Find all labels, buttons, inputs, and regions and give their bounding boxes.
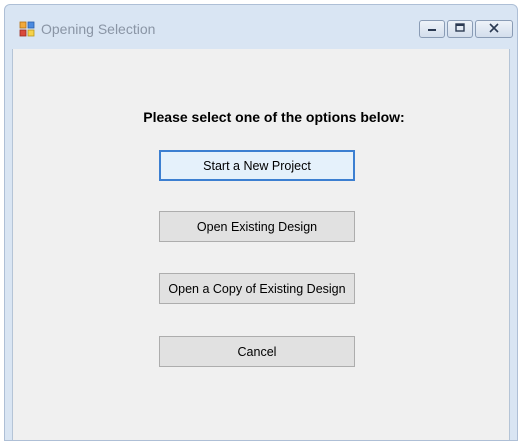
maximize-icon: [454, 20, 466, 38]
open-copy-of-existing-design-button[interactable]: Open a Copy of Existing Design: [159, 273, 355, 304]
close-icon: [488, 20, 500, 38]
minimize-icon: [426, 20, 438, 38]
dialog-window: Opening Selection Please select one of t…: [4, 4, 518, 441]
close-button[interactable]: [475, 20, 513, 38]
dialog-client-area: Please select one of the options below: …: [12, 49, 510, 440]
app-window-icon: [19, 21, 35, 37]
title-bar[interactable]: Opening Selection: [5, 5, 517, 49]
maximize-button[interactable]: [447, 20, 473, 38]
start-new-project-button[interactable]: Start a New Project: [159, 150, 355, 181]
cancel-button[interactable]: Cancel: [159, 336, 355, 367]
caption-buttons: [419, 20, 513, 38]
open-existing-design-button[interactable]: Open Existing Design: [159, 211, 355, 242]
instruction-label: Please select one of the options below:: [143, 109, 405, 125]
minimize-button[interactable]: [419, 20, 445, 38]
window-title: Opening Selection: [41, 21, 156, 37]
